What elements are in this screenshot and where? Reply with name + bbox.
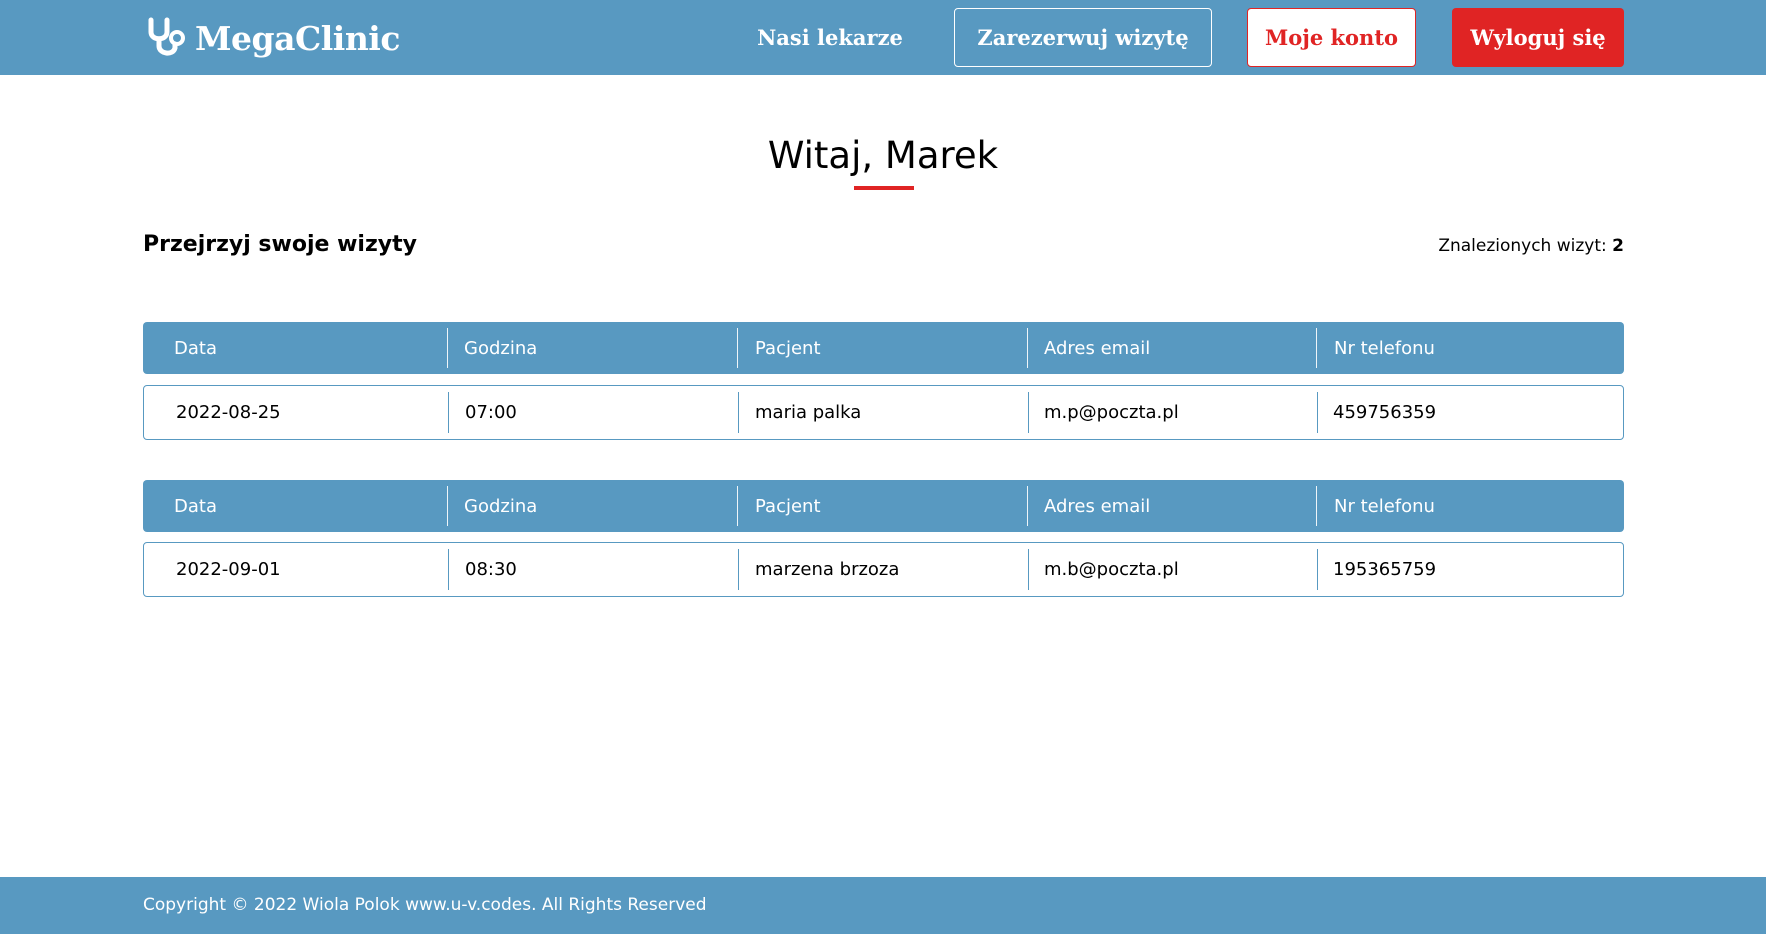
page-title: Witaj, Marek [767, 134, 999, 177]
column-header-email: Adres email [1044, 337, 1151, 359]
column-header-phone: Nr telefonu [1334, 495, 1435, 517]
column-divider [1027, 328, 1028, 368]
book-visit-button[interactable]: Zarezerwuj wizytę [954, 8, 1212, 67]
column-header-phone: Nr telefonu [1334, 337, 1435, 359]
visit-time: 07:00 [465, 402, 517, 423]
footer: Copyright © 2022 Wiola Polok www.u-v.cod… [0, 877, 1766, 934]
column-divider [737, 486, 738, 526]
visit-email: m.p@poczta.pl [1044, 402, 1179, 423]
visit-patient: marzena brzoza [755, 559, 900, 580]
column-divider [1028, 392, 1029, 433]
my-account-button[interactable]: Moje konto [1247, 8, 1416, 67]
visits-count-value: 2 [1612, 236, 1624, 256]
table-row: 2022-09-01 08:30 marzena brzoza m.b@pocz… [143, 542, 1624, 597]
table-header: Data Godzina Pacjent Adres email Nr tele… [143, 322, 1624, 374]
column-divider [1317, 392, 1318, 433]
column-divider [1316, 486, 1317, 526]
footer-copyright: Copyright © 2022 Wiola Polok www.u-v.cod… [143, 895, 707, 915]
column-header-date: Data [174, 337, 217, 359]
visit-phone: 459756359 [1333, 402, 1437, 423]
column-divider [738, 392, 739, 433]
stethoscope-icon [148, 17, 185, 56]
column-divider [1316, 328, 1317, 368]
column-header-time: Godzina [464, 495, 538, 517]
nav-doctors-link[interactable]: Nasi lekarze [740, 8, 920, 67]
column-divider [1317, 549, 1318, 590]
section-title: Przejrzyj swoje wizyty [143, 232, 417, 257]
column-divider [447, 486, 448, 526]
visit-patient: maria palka [755, 402, 862, 423]
visit-time: 08:30 [465, 559, 517, 580]
visits-count-label: Znalezionych wizyt: [1438, 236, 1607, 256]
column-header-time: Godzina [464, 337, 538, 359]
column-header-email: Adres email [1044, 495, 1151, 517]
visit-email: m.b@poczta.pl [1044, 559, 1179, 580]
table-header: Data Godzina Pacjent Adres email Nr tele… [143, 480, 1624, 532]
column-header-patient: Pacjent [755, 337, 821, 359]
visit-phone: 195365759 [1333, 559, 1437, 580]
column-divider [448, 549, 449, 590]
column-divider [448, 392, 449, 433]
navbar: MegaClinic Nasi lekarze Zarezerwuj wizyt… [0, 0, 1766, 75]
visits-count: Znalezionych wizyt: 2 [1438, 236, 1624, 256]
column-header-patient: Pacjent [755, 495, 821, 517]
title-underline [854, 186, 914, 190]
column-divider [1028, 549, 1029, 590]
logout-button[interactable]: Wyloguj się [1452, 8, 1624, 67]
column-divider [1027, 486, 1028, 526]
table-row: 2022-08-25 07:00 maria palka m.p@poczta.… [143, 385, 1624, 440]
column-divider [447, 328, 448, 368]
column-header-date: Data [174, 495, 217, 517]
visit-date: 2022-08-25 [176, 402, 281, 423]
visit-date: 2022-09-01 [176, 559, 281, 580]
brand-name: MegaClinic [195, 18, 400, 58]
column-divider [738, 549, 739, 590]
column-divider [737, 328, 738, 368]
logo[interactable]: MegaClinic [143, 16, 400, 60]
